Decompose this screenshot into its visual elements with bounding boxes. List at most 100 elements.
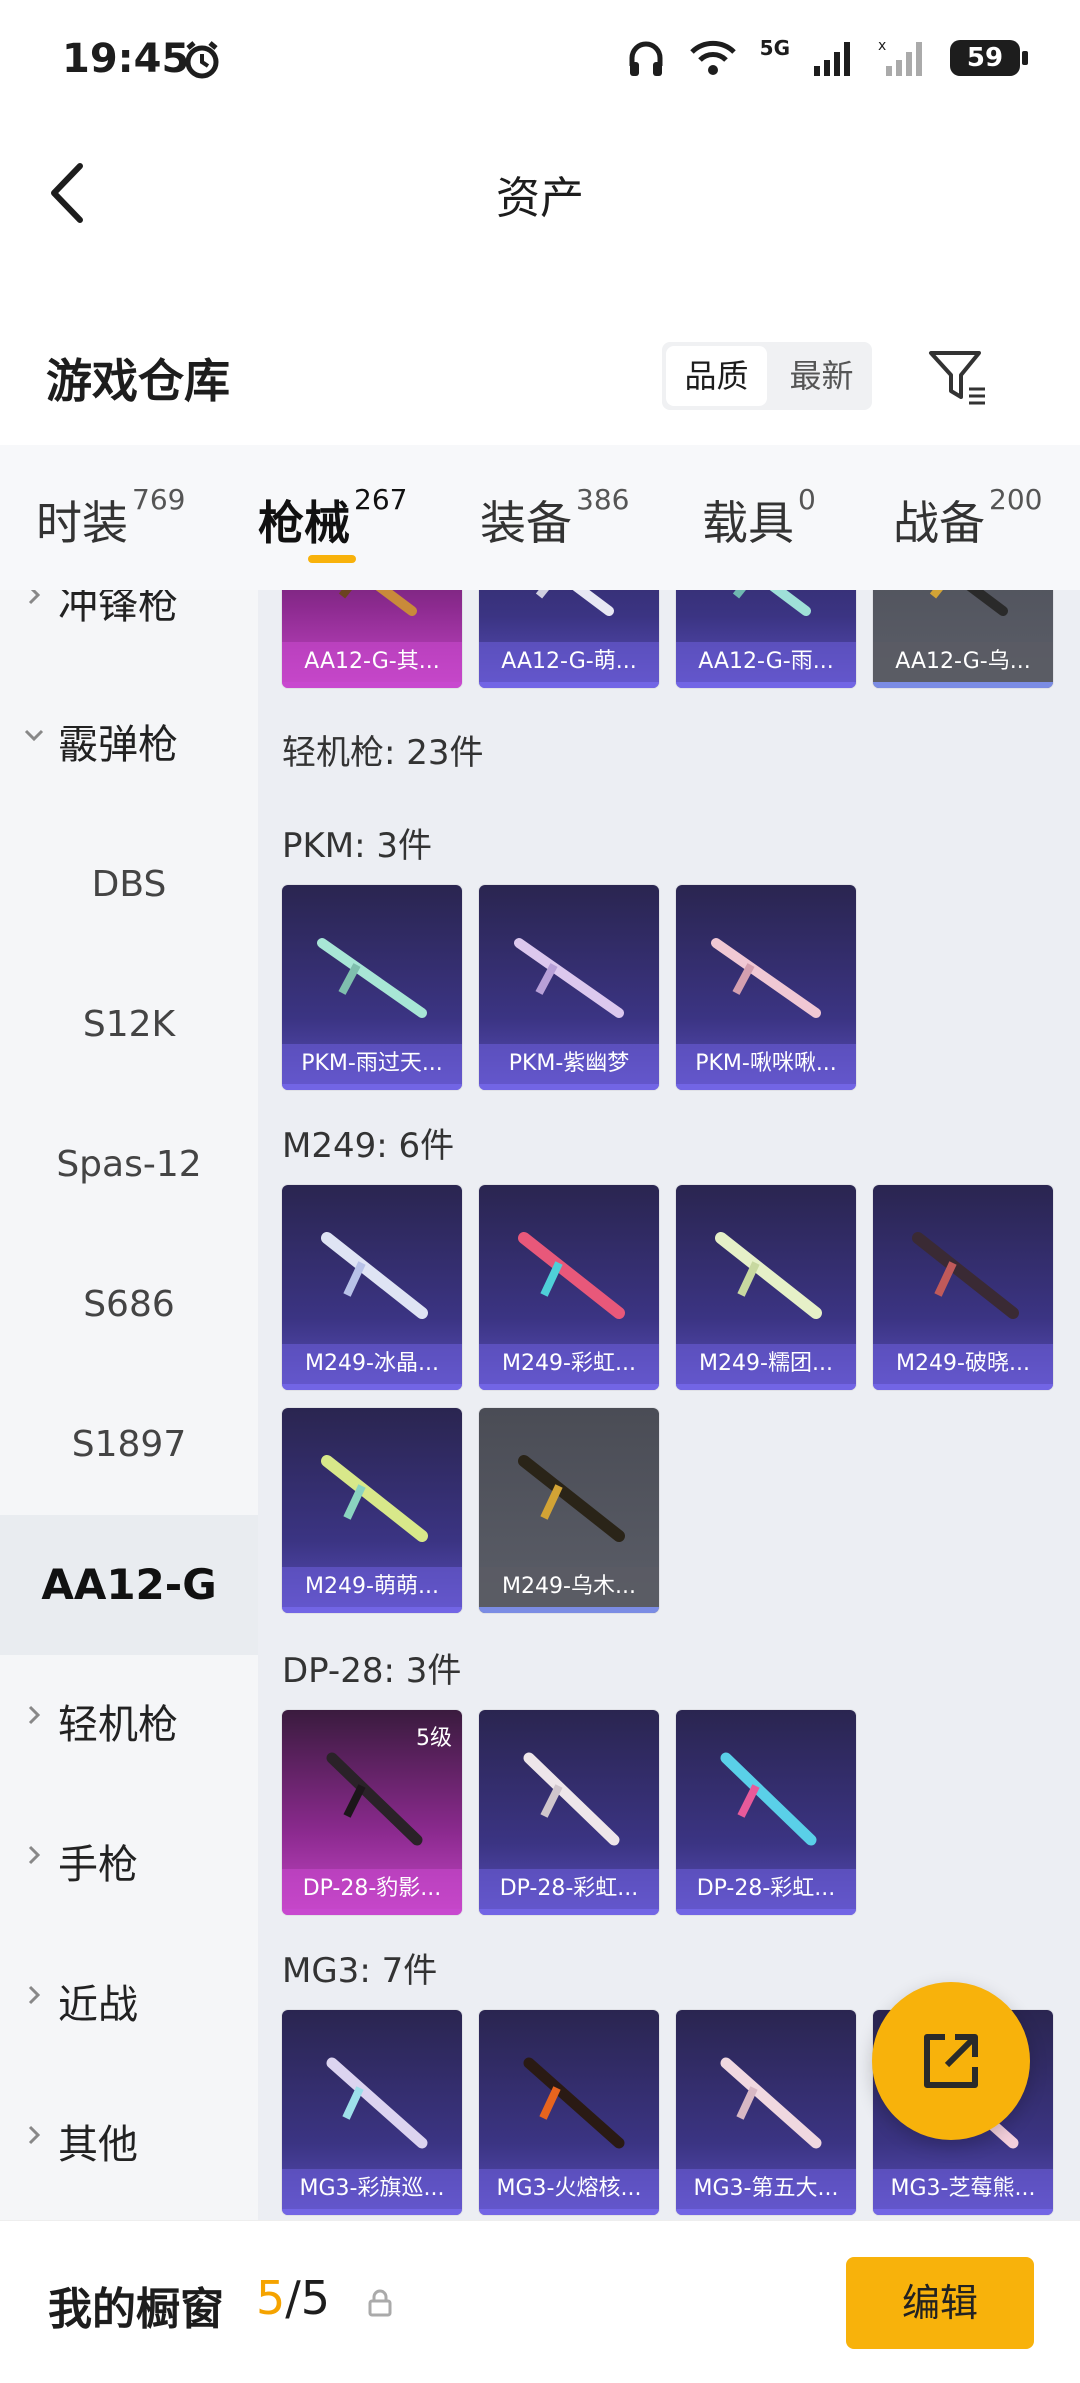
item-card[interactable]: M249-破晓...	[873, 1185, 1053, 1390]
item-grid: AA12-G-其... AA12-G-萌... AA12-G-雨... AA12…	[258, 590, 1080, 2220]
rarity-bar	[282, 1909, 462, 1915]
item-card[interactable]: PKM-紫幽梦	[479, 885, 659, 1090]
sidebar-item-label: 近战	[58, 1982, 138, 2028]
edit-button[interactable]: 编辑	[846, 2257, 1034, 2349]
sidebar-item-label: S686	[83, 1284, 175, 1325]
svg-text:x: x	[878, 38, 886, 54]
tab-equipment[interactable]: 装备 386	[480, 483, 629, 553]
rarity-bar	[676, 682, 856, 688]
item-name: MG3-第五大...	[676, 2169, 856, 2209]
tab-vehicles[interactable]: 载具 0	[702, 483, 816, 553]
gun-image-icon	[518, 1232, 625, 1319]
item-card[interactable]: AA12-G-乌...	[873, 590, 1053, 688]
gun-image-icon	[321, 1455, 428, 1542]
sidebar-item-label: 轻机枪	[58, 1702, 178, 1748]
item-card[interactable]: M249-冰晶...	[282, 1185, 462, 1390]
section-title: DP-28: 3件	[282, 1651, 462, 1691]
item-card[interactable]: PKM-啾咪啾...	[676, 885, 856, 1090]
sidebar-item-label: 霰弹枪	[58, 722, 178, 768]
sort-option-quality[interactable]: 品质	[666, 346, 767, 406]
showcase-count-total: /5	[285, 2271, 331, 2325]
sidebar-item-lmg[interactable]: 轻机枪	[0, 1655, 258, 1795]
active-tab-indicator	[308, 555, 356, 563]
sidebar-item-s686[interactable]: S686	[0, 1235, 258, 1375]
item-name: AA12-G-萌...	[479, 642, 659, 682]
sidebar-item-label: 冲锋枪	[58, 590, 178, 628]
rarity-bar	[873, 682, 1053, 688]
sidebar-item-smg[interactable]: 冲锋枪	[0, 590, 258, 675]
item-card[interactable]: M249-糯团...	[676, 1185, 856, 1390]
gun-image-icon	[338, 590, 417, 616]
item-name: AA12-G-其...	[282, 642, 462, 682]
status-bar: 19:45 5G x 59	[0, 0, 1080, 120]
gun-image-icon	[523, 1752, 620, 1846]
showcase-title: 我的橱窗	[48, 2284, 224, 2335]
tab-count: 386	[576, 483, 630, 516]
sidebar-item-spas12[interactable]: Spas-12	[0, 1095, 258, 1235]
item-name: AA12-G-雨...	[676, 642, 856, 682]
item-card[interactable]: AA12-G-雨...	[676, 590, 856, 688]
item-card[interactable]: M249-萌萌...	[282, 1408, 462, 1613]
rarity-bar	[479, 1607, 659, 1613]
item-card[interactable]: AA12-G-萌...	[479, 590, 659, 688]
rarity-bar	[873, 1384, 1053, 1390]
header: 资产	[0, 120, 1080, 270]
item-name: M249-糯团...	[676, 1344, 856, 1384]
group-title: 轻机枪: 23件	[282, 733, 484, 773]
tab-supplies[interactable]: 战备 200	[893, 483, 1042, 553]
rarity-bar	[282, 1607, 462, 1613]
chevron-right-icon	[28, 1705, 41, 1725]
lock-icon	[368, 2289, 392, 2317]
warehouse-title: 游戏仓库	[46, 354, 230, 408]
rarity-bar	[479, 1384, 659, 1390]
chevron-right-icon	[28, 2125, 41, 2145]
tab-outfits[interactable]: 时装 769	[36, 483, 185, 553]
item-name: DP-28-彩虹...	[479, 1869, 659, 1909]
tab-count: 0	[798, 483, 816, 516]
item-card[interactable]: M249-彩虹...	[479, 1185, 659, 1390]
item-name: PKM-雨过天...	[282, 1044, 462, 1084]
rarity-bar	[282, 682, 462, 688]
item-card[interactable]: MG3-第五大...	[676, 2010, 856, 2215]
sidebar-item-s1897[interactable]: S1897	[0, 1375, 258, 1515]
sidebar-item-label: Spas-12	[56, 1144, 202, 1185]
item-card[interactable]: DP-28-彩虹...	[676, 1710, 856, 1915]
item-card[interactable]: AA12-G-其...	[282, 590, 462, 688]
alarm-icon	[185, 41, 219, 79]
sidebar-item-melee[interactable]: 近战	[0, 1935, 258, 2075]
sort-option-newest[interactable]: 最新	[771, 342, 872, 410]
item-card[interactable]: MG3-彩旗巡...	[282, 2010, 462, 2215]
sidebar-item-other[interactable]: 其他	[0, 2075, 258, 2215]
page-title: 资产	[496, 173, 584, 224]
gun-image-icon	[929, 590, 1008, 616]
filter-icon[interactable]	[925, 345, 989, 409]
gun-image-icon	[514, 938, 624, 1018]
sidebar-item-s12k[interactable]: S12K	[0, 955, 258, 1095]
item-card[interactable]: M249-乌木...	[479, 1408, 659, 1613]
showcase-bar: 我的橱窗 5/5 编辑	[0, 2220, 1080, 2383]
item-level-badge: 5级	[416, 1726, 452, 1751]
item-name: AA12-G-乌...	[873, 642, 1053, 682]
tab-label: 战备	[893, 496, 985, 550]
sidebar-item-aa12g[interactable]: AA12-G	[0, 1515, 258, 1655]
item-card[interactable]: DP-28-彩虹...	[479, 1710, 659, 1915]
item-name: DP-28-彩虹...	[676, 1869, 856, 1909]
sidebar-item-pistol[interactable]: 手枪	[0, 1795, 258, 1935]
sidebar-item-label: S1897	[71, 1424, 187, 1465]
item-card[interactable]: PKM-雨过天...	[282, 885, 462, 1090]
item-name: M249-彩虹...	[479, 1344, 659, 1384]
sidebar-item-shotgun[interactable]: 霰弹枪	[0, 675, 258, 815]
section-title: M249: 6件	[282, 1126, 455, 1166]
section-title: PKM: 3件	[282, 826, 433, 866]
showcase-count-current: 5	[256, 2271, 286, 2325]
item-card[interactable]: 5级 DP-28-豹影...	[282, 1710, 462, 1915]
sidebar-item-label: AA12-G	[41, 1560, 217, 1609]
tab-count: 267	[354, 483, 408, 516]
status-time: 19:45	[62, 36, 190, 82]
share-fab-button[interactable]	[872, 1982, 1030, 2140]
item-name: M249-破晓...	[873, 1344, 1053, 1384]
tab-guns[interactable]: 枪械 267	[258, 483, 407, 553]
item-card[interactable]: MG3-火熔核...	[479, 2010, 659, 2215]
sidebar-item-dbs[interactable]: DBS	[0, 815, 258, 955]
network-label: 5G	[759, 36, 790, 60]
